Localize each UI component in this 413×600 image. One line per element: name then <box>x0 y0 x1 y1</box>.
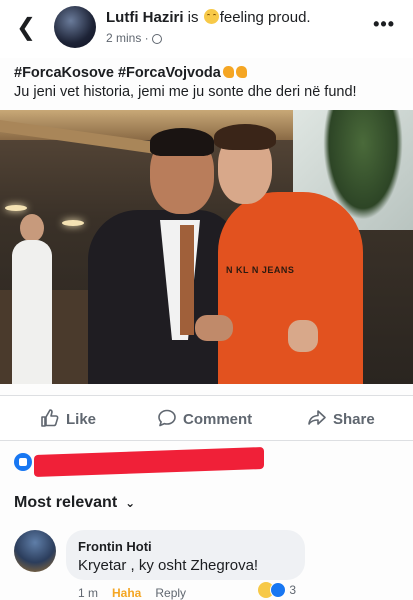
hand <box>288 320 318 352</box>
globe-icon <box>151 34 162 44</box>
status-text: feeling proud. <box>219 9 311 26</box>
comment-time: 1 m <box>78 586 99 600</box>
more-icon[interactable]: ••• <box>373 14 395 35</box>
comment-reaction-label[interactable]: Haha <box>112 586 141 600</box>
hashtags-text[interactable]: #ForcaKosove #ForcaVojvoda <box>14 65 221 81</box>
comment-icon <box>158 409 176 427</box>
share-button[interactable]: Share <box>307 408 375 428</box>
flexed-biceps-icon <box>235 66 247 78</box>
lamp <box>5 205 27 211</box>
like-reaction-icon <box>14 453 32 471</box>
commenter-name[interactable]: Frontin Hoti <box>78 539 152 554</box>
back-arrow-icon[interactable]: ❮ <box>16 16 36 40</box>
like-button[interactable]: Like <box>40 408 96 428</box>
man-hair <box>150 128 214 156</box>
chevron-down-icon: ⌄ <box>125 496 136 510</box>
post-text: Ju jeni vet historia, jemi me ju sonte d… <box>14 84 357 100</box>
author-name[interactable]: Lutfi Haziri <box>106 9 184 26</box>
like-icon <box>41 409 59 427</box>
comment-reply-button[interactable]: Reply <box>155 586 186 600</box>
like-reaction-icon <box>270 582 286 598</box>
comment-bubble: Frontin Hoti Kryetar , ky osht Zhegrova! <box>66 530 305 580</box>
lamp <box>62 220 84 226</box>
flexed-biceps-icon <box>222 66 234 78</box>
post-photo[interactable]: N KL N JEANS <box>0 110 413 384</box>
like-label[interactable]: Like <box>66 411 96 428</box>
waiter <box>12 240 52 384</box>
comment-reaction-count: 3 <box>289 583 297 597</box>
proud-emoji-icon <box>203 9 219 24</box>
comment-button[interactable]: Comment <box>157 408 252 428</box>
post-header: ❮ Lutfi Haziri is feeling proud. 2 mins … <box>0 0 413 58</box>
man-tie <box>180 225 194 335</box>
share-icon <box>308 410 326 425</box>
comment-sort-selector[interactable]: Most relevant ⌄ <box>14 494 135 512</box>
sort-label[interactable]: Most relevant <box>14 494 117 511</box>
status-prefix: is <box>187 9 199 26</box>
post-hashtags[interactable]: #ForcaKosove #ForcaVojvoda <box>14 65 247 81</box>
author-avatar[interactable] <box>54 6 96 48</box>
author-line: Lutfi Haziri is feeling proud. <box>106 9 311 26</box>
share-label[interactable]: Share <box>333 411 375 428</box>
post-time[interactable]: 2 mins <box>106 31 141 45</box>
redaction-mark <box>34 446 264 478</box>
comment-label[interactable]: Comment <box>183 411 252 428</box>
comment-meta: 1 m Haha Reply <box>78 586 200 600</box>
commenter-avatar[interactable] <box>14 530 56 572</box>
reactions-summary[interactable] <box>14 446 404 478</box>
hoodie-print: N KL N JEANS <box>226 265 295 275</box>
waiter-head <box>20 214 44 242</box>
comment-reactions[interactable]: 3 <box>258 582 296 600</box>
hand <box>195 315 233 341</box>
young-man-hair <box>214 124 276 150</box>
hoodie <box>218 192 363 384</box>
post-meta: 2 mins · <box>106 31 162 45</box>
post-actions-bar: Like Comment Share <box>0 395 413 441</box>
comment-text: Kryetar , ky osht Zhegrova! <box>78 557 259 574</box>
